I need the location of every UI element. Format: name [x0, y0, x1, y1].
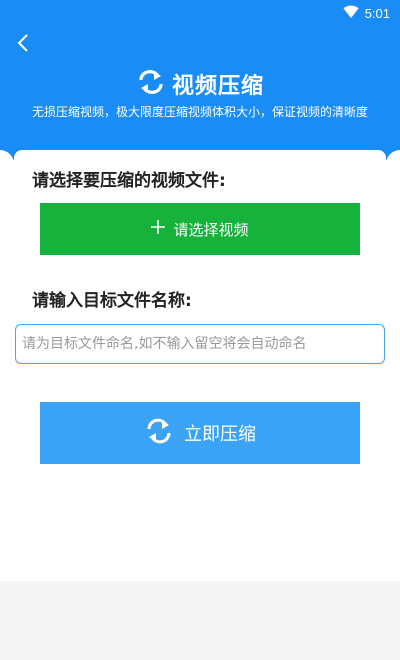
page-subtitle: 无损压缩视频，极大限度压缩视频体积大小，保证视频的清晰度 — [31, 105, 368, 119]
chevron-left-icon — [16, 33, 30, 57]
wifi-icon — [343, 5, 359, 22]
page-title: 视频压缩 — [171, 74, 264, 99]
status-bar: 5:01 — [343, 4, 390, 22]
plus-icon — [151, 220, 166, 238]
refresh-icon — [144, 417, 174, 450]
back-button[interactable] — [12, 34, 34, 56]
status-time: 5:01 — [364, 5, 390, 21]
refresh-icon — [136, 69, 166, 99]
select-video-button-label: 请选择视频 — [173, 220, 249, 239]
compress-now-button[interactable]: 立即压缩 — [40, 402, 360, 464]
file-name-label: 请输入目标文件名称: — [32, 291, 192, 311]
title-row: 视频压缩 — [0, 68, 400, 100]
select-video-button[interactable]: 请选择视频 — [40, 203, 360, 255]
file-name-input[interactable] — [15, 324, 385, 364]
compress-now-button-label: 立即压缩 — [184, 424, 256, 445]
select-video-label: 请选择要压缩的视频文件: — [32, 171, 226, 191]
header: 5:01 视频压缩 无损压缩视频，极大限度压缩视频体积大小，保证视频的清晰度 — [0, 0, 400, 160]
